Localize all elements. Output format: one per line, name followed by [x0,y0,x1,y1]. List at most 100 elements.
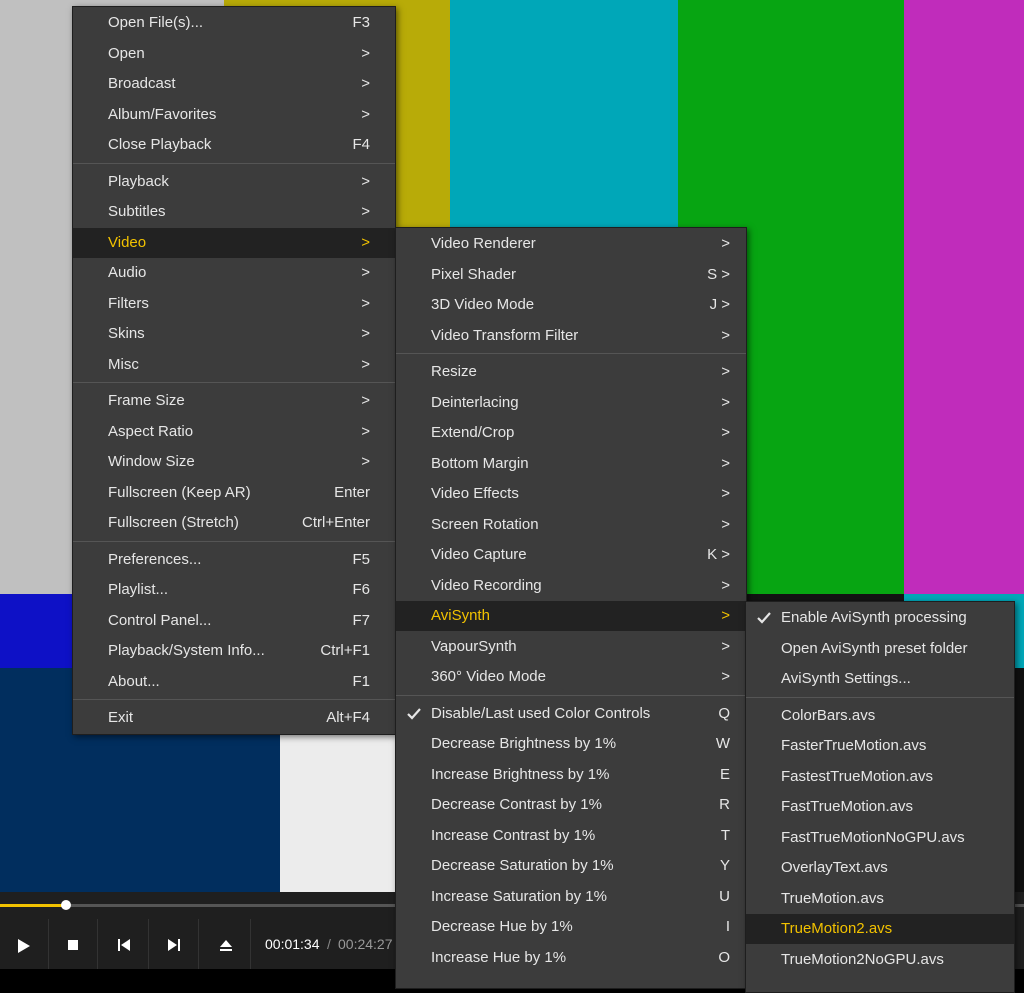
stop-icon [68,940,78,950]
menu-item-label: Subtitles [108,203,166,220]
main-menu-item-open-file-s[interactable]: Open File(s)... F3 [73,8,395,38]
main-menu-item-skins[interactable]: Skins > [73,319,395,349]
menu-item-shortcut: F4 [352,136,370,153]
video-menu-item-increase-hue-by-1[interactable]: Increase Hue by 1% O [396,943,746,973]
video-menu-item-increase-brightness-by-1[interactable]: Increase Brightness by 1% E [396,760,746,790]
avisynth-menu-item-fasttruemotionnogpu-avs[interactable]: FastTrueMotionNoGPU.avs [746,823,1014,853]
menu-item-shortcut: > [721,576,730,594]
video-menu-item-avisynth[interactable]: AviSynth > [396,601,746,631]
previous-button[interactable] [100,919,149,969]
main-menu-item-preferences[interactable]: Preferences... F5 [73,545,395,575]
avisynth-menu-item-truemotion2nogpu-avs[interactable]: TrueMotion2NoGPU.avs [746,945,1014,975]
main-menu-item-open[interactable]: Open > [73,39,395,69]
menu-item-label: Decrease Saturation by 1% [431,857,614,874]
video-menu-item-decrease-saturation-by-1[interactable]: Decrease Saturation by 1% Y [396,851,746,881]
menu-item-shortcut: E [719,765,730,783]
menu-item-shortcut: Y [719,857,730,874]
video-menu-item-extend-crop[interactable]: Extend/Crop > [396,418,746,448]
menu-item-shortcut: > [721,607,730,624]
main-menu-item-close-playback[interactable]: Close Playback F4 [73,130,395,160]
main-menu-item-frame-size[interactable]: Frame Size > [73,386,395,416]
menu-item-label: Close Playback [108,136,212,153]
main-menu-item-video[interactable]: Video > [73,227,395,258]
next-button[interactable] [150,919,199,969]
seek-thumb[interactable] [60,900,71,910]
menu-item-label: Screen Rotation [431,515,539,533]
main-menu-item-broadcast[interactable]: Broadcast > [73,69,395,99]
video-menu-item-3d-video-mode[interactable]: 3D Video Mode J > [396,290,746,320]
avisynth-menu-item-truemotion2-avs[interactable]: TrueMotion2.avs [746,914,1014,944]
video-menu-item-increase-contrast-by-1[interactable]: Increase Contrast by 1% T [396,821,746,851]
video-menu-item-deinterlacing[interactable]: Deinterlacing > [396,388,746,418]
avisynth-menu-item-fastertruemotion-avs[interactable]: FasterTrueMotion.avs [746,731,1014,761]
menu-item-label: TrueMotion2.avs [781,920,893,937]
play-button[interactable] [0,919,49,969]
video-menu-item-360-video-mode[interactable]: 360° Video Mode > [396,662,746,692]
video-menu-item-decrease-hue-by-1[interactable]: Decrease Hue by 1% I [396,912,746,942]
menu-item-label: AviSynth Settings... [781,670,911,687]
menu-item-label: About... [108,672,160,690]
avisynth-menu-item-overlaytext-avs[interactable]: OverlayText.avs [746,853,1014,883]
main-menu-item-audio[interactable]: Audio > [73,258,395,288]
video-menu-item-video-capture[interactable]: Video Capture K > [396,540,746,570]
menu-item-label: Pixel Shader [431,265,517,283]
avisynth-menu-item-enable-avisynth-processing[interactable]: Enable AviSynth processing [746,603,1014,633]
menu-item-label: Filters [108,294,149,312]
menu-item-shortcut: W [715,735,730,752]
menu-item-shortcut: U [719,887,730,905]
main-menu-item-fullscreen-stretch[interactable]: Fullscreen (Stretch) Ctrl+Enter [73,508,395,538]
video-menu-item-vapoursynth[interactable]: VapourSynth > [396,632,746,662]
menu-item-shortcut: > [361,325,370,342]
main-menu-item-playback[interactable]: Playback > [73,167,395,197]
main-menu-item-about[interactable]: About... F1 [73,667,395,697]
main-menu-item-fullscreen-keep-ar[interactable]: Fullscreen (Keep AR) Enter [73,478,395,508]
main-menu-item-window-size[interactable]: Window Size > [73,447,395,477]
video-menu-item-pixel-shader[interactable]: Pixel Shader S > [396,260,746,290]
avisynth-menu-item-truemotion-avs[interactable]: TrueMotion.avs [746,884,1014,914]
menu-item-shortcut: > [361,453,370,470]
avisynth-menu-item-avisynth-settings[interactable]: AviSynth Settings... [746,664,1014,694]
main-menu-item-filters[interactable]: Filters > [73,289,395,319]
menu-separator [73,382,395,383]
main-menu-item-album-favorites[interactable]: Album/Favorites > [73,100,395,130]
main-menu-item-misc[interactable]: Misc > [73,350,395,380]
menu-item-label: AviSynth [431,607,490,624]
video-menu-item-video-effects[interactable]: Video Effects > [396,479,746,509]
main-menu-item-subtitles[interactable]: Subtitles > [73,197,395,227]
video-submenu: Video Renderer > Pixel Shader S > 3D Video M… [395,227,747,989]
menu-item-label: FasterTrueMotion.avs [781,737,927,754]
video-menu-item-resize[interactable]: Resize > [396,357,746,387]
eject-button[interactable] [202,919,251,969]
menu-item-label: Video Recording [431,576,542,594]
menu-item-shortcut: R [719,796,730,813]
stop-button[interactable] [49,919,98,969]
video-menu-item-video-renderer[interactable]: Video Renderer > [396,229,746,259]
menu-item-label: Deinterlacing [431,393,519,411]
menu-item-shortcut: Alt+F4 [326,709,370,726]
video-menu-item-disable-last-used-color-controls[interactable]: Disable/Last used Color Controls Q [396,699,746,729]
video-menu-item-increase-saturation-by-1[interactable]: Increase Saturation by 1% U [396,882,746,912]
video-menu-item-bottom-margin[interactable]: Bottom Margin > [396,449,746,479]
main-menu-item-exit[interactable]: Exit Alt+F4 [73,703,395,733]
menu-item-shortcut: > [721,235,730,252]
video-menu-item-screen-rotation[interactable]: Screen Rotation > [396,510,746,540]
total-time: 00:24:27 [338,936,393,952]
menu-item-shortcut: > [721,326,730,344]
main-menu-item-playback-system-info[interactable]: Playback/System Info... Ctrl+F1 [73,636,395,666]
main-menu-item-playlist[interactable]: Playlist... F6 [73,575,395,605]
avisynth-menu-item-fasttruemotion-avs[interactable]: FastTrueMotion.avs [746,792,1014,822]
video-menu-item-decrease-brightness-by-1[interactable]: Decrease Brightness by 1% W [396,729,746,759]
menu-item-shortcut: > [721,393,730,411]
main-menu-item-control-panel[interactable]: Control Panel... F7 [73,606,395,636]
menu-item-label: Misc [108,355,139,373]
checkmark-icon [756,603,772,633]
avisynth-menu-item-colorbars-avs[interactable]: ColorBars.avs [746,701,1014,731]
video-menu-item-video-transform-filter[interactable]: Video Transform Filter > [396,321,746,351]
eject-icon [220,940,232,951]
video-menu-item-video-recording[interactable]: Video Recording > [396,571,746,601]
avisynth-menu-item-open-avisynth-preset-folder[interactable]: Open AviSynth preset folder [746,634,1014,664]
main-menu-item-aspect-ratio[interactable]: Aspect Ratio > [73,417,395,447]
menu-item-shortcut: > [361,294,370,312]
avisynth-menu-item-fastesttruemotion-avs[interactable]: FastestTrueMotion.avs [746,762,1014,792]
video-menu-item-decrease-contrast-by-1[interactable]: Decrease Contrast by 1% R [396,790,746,820]
